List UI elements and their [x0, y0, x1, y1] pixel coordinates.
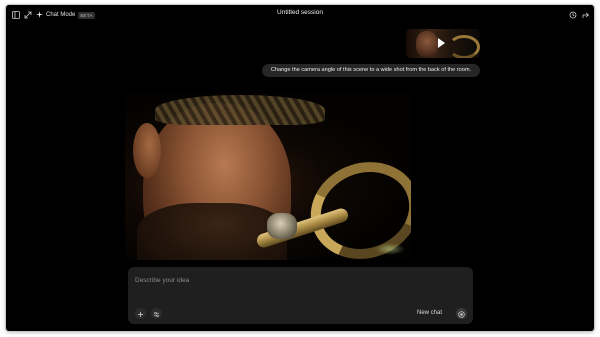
- plus-icon: [137, 305, 144, 323]
- image-mouthpiece: [267, 213, 297, 239]
- composer: New chat: [128, 267, 473, 324]
- play-icon[interactable]: [438, 38, 445, 48]
- image-beard: [137, 203, 287, 260]
- app-window: Chat Mode BETA Untitled session Change t…: [6, 5, 594, 331]
- image-cap: [155, 95, 325, 125]
- image-ear: [133, 123, 161, 178]
- add-button[interactable]: [135, 308, 146, 319]
- settings-button[interactable]: [151, 308, 162, 319]
- session-title: Untitled session: [277, 9, 323, 16]
- record-icon: [458, 305, 465, 323]
- new-chat-button[interactable]: New chat: [417, 310, 442, 316]
- send-button[interactable]: [456, 308, 467, 319]
- sliders-icon: [153, 305, 160, 323]
- share-icon[interactable]: [580, 9, 591, 20]
- generated-image[interactable]: [125, 93, 411, 260]
- prompt-input[interactable]: [135, 274, 435, 286]
- history-icon[interactable]: [567, 9, 578, 20]
- thumbnail-horn: [448, 35, 480, 58]
- top-bar: Chat Mode BETA Untitled session: [6, 5, 594, 25]
- user-message: Change the camera angle of this scene to…: [262, 64, 480, 77]
- thumbnail-face: [416, 31, 438, 57]
- image-shine: [375, 243, 405, 255]
- video-thumbnail[interactable]: [406, 29, 480, 58]
